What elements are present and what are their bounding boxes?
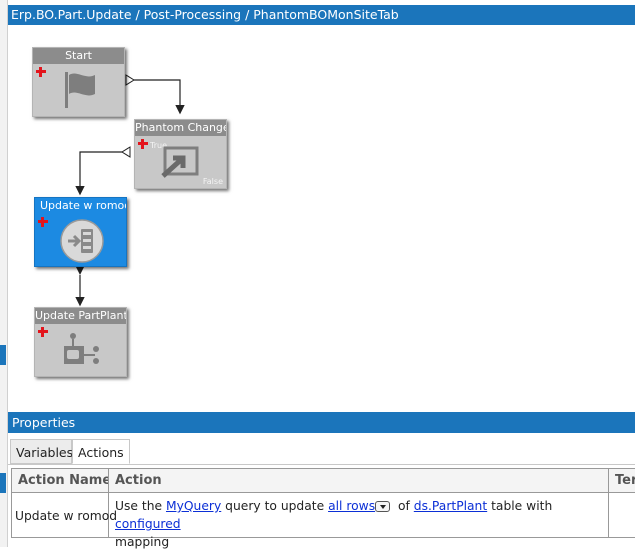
add-action-icon[interactable] [38,327,48,337]
workflow-canvas[interactable]: Start Phantom Change? True False Update … [8,25,635,411]
dock-marker[interactable] [0,473,6,493]
connector-start-to-condition[interactable] [134,79,185,115]
add-action-icon[interactable] [138,139,148,149]
rows-dropdown-button[interactable] [375,501,391,512]
action-text: table with [487,499,553,513]
action-text: of [394,499,414,513]
properties-panel-header: Properties [8,412,635,433]
workflow-node-condition[interactable]: Phantom Change? True False [134,119,227,189]
table-link[interactable]: ds.PartPlant [414,499,487,513]
condition-true-port[interactable] [121,146,131,158]
left-dock-strip [0,0,8,547]
column-header-ter[interactable]: Ter [609,468,635,492]
connector-condition-to-update-romod[interactable] [75,151,122,196]
column-header-action[interactable]: Action [109,468,609,492]
query-link[interactable]: MyQuery [166,499,221,513]
node-title: Start [33,48,124,64]
action-text: query to update [221,499,329,513]
tab-actions[interactable]: Actions [72,439,130,464]
dock-marker[interactable] [0,345,6,365]
tab-variables[interactable]: Variables [10,439,73,464]
workflow-node-update-romod[interactable]: Update w romod [34,197,127,267]
action-text: Use the [115,499,166,513]
flag-icon [65,72,95,108]
node-title: Update w romod [35,198,126,214]
add-action-icon[interactable] [36,67,46,77]
update-romod-output-port[interactable] [76,267,84,275]
workflow-node-start[interactable]: Start [32,47,125,117]
false-port-label: False [202,177,223,186]
action-name-cell[interactable]: Update w romod [12,492,117,538]
mapping-link[interactable]: configured [115,517,181,531]
node-title: Phantom Change? [135,120,226,136]
designer-title-bar: Erp.BO.Part.Update / Post-Processing / P… [8,5,635,25]
tab-divider [8,464,635,465]
action-description-cell[interactable]: Use the MyQuery query to update all rows… [109,492,609,549]
workflow-node-update-partplant[interactable]: Update PartPlant [34,307,127,377]
condition-arrow-icon [161,146,199,178]
add-action-icon[interactable] [38,217,48,227]
actions-grid: Action Name Action Ter Update w romod Us… [11,468,635,549]
update-table-icon [64,333,99,364]
invoke-method-icon [60,219,104,263]
column-header-action-name[interactable]: Action Name [12,468,109,492]
start-output-port[interactable] [125,74,135,86]
rows-link[interactable]: all rows [328,499,375,513]
ter-cell[interactable] [609,492,635,538]
node-title: Update PartPlant [35,308,126,324]
